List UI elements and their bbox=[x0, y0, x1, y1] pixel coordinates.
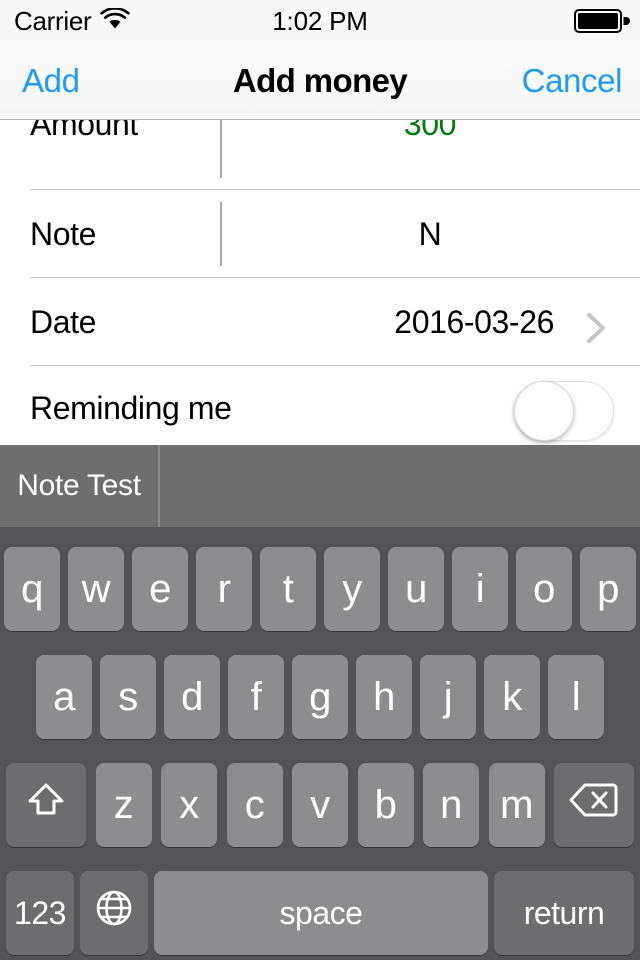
date-label: Date bbox=[30, 304, 96, 340]
date-value: 2016-03-26 bbox=[394, 304, 554, 340]
form-row-note[interactable]: Note N bbox=[0, 190, 640, 278]
key-i[interactable]: i bbox=[452, 547, 508, 631]
form-row-reminding-me[interactable]: Reminding me bbox=[0, 366, 640, 445]
add-money-form: Amount 300 Note N Date 2016-03-26 Remind… bbox=[0, 120, 640, 445]
numbers-key[interactable]: 123 bbox=[6, 871, 74, 955]
amount-label: Amount bbox=[30, 120, 138, 142]
return-key[interactable]: return bbox=[494, 871, 634, 955]
key-s[interactable]: s bbox=[100, 655, 156, 739]
key-k[interactable]: k bbox=[484, 655, 540, 739]
reminding-me-label: Reminding me bbox=[30, 390, 232, 426]
delete-key[interactable] bbox=[554, 763, 634, 847]
key-w[interactable]: w bbox=[68, 547, 124, 631]
note-label: Note bbox=[30, 216, 96, 252]
key-g[interactable]: g bbox=[292, 655, 348, 739]
reminding-me-toggle[interactable] bbox=[514, 381, 614, 441]
globe-key[interactable] bbox=[80, 871, 148, 955]
navigation-bar: Add Add money Cancel bbox=[0, 42, 640, 120]
keyboard-suggestion-bar: Note Test bbox=[0, 445, 640, 527]
shift-key[interactable] bbox=[6, 763, 86, 847]
key-q[interactable]: q bbox=[4, 547, 60, 631]
key-l[interactable]: l bbox=[548, 655, 604, 739]
on-screen-keyboard: q w e r t y u i o p a s d f g h j k l z … bbox=[0, 527, 640, 960]
form-row-amount[interactable]: Amount 300 bbox=[0, 120, 640, 190]
key-d[interactable]: d bbox=[164, 655, 220, 739]
key-c[interactable]: c bbox=[226, 763, 283, 847]
key-m[interactable]: m bbox=[488, 763, 545, 847]
keyboard-row-4: 123 space return bbox=[0, 871, 640, 955]
toggle-knob bbox=[514, 381, 574, 441]
shift-up-arrow-icon bbox=[24, 778, 68, 832]
key-o[interactable]: o bbox=[516, 547, 572, 631]
battery-full-icon bbox=[574, 0, 630, 42]
key-u[interactable]: u bbox=[388, 547, 444, 631]
delete-backspace-icon bbox=[568, 780, 620, 830]
key-p[interactable]: p bbox=[580, 547, 636, 631]
chevron-right-icon bbox=[584, 311, 610, 350]
key-j[interactable]: j bbox=[420, 655, 476, 739]
amount-input[interactable]: 300 bbox=[220, 120, 640, 143]
clock-label: 1:02 PM bbox=[272, 5, 368, 36]
key-n[interactable]: n bbox=[423, 763, 479, 847]
key-z[interactable]: z bbox=[95, 763, 152, 847]
key-a[interactable]: a bbox=[36, 655, 92, 739]
suggestion-item[interactable]: Note Test bbox=[0, 445, 160, 527]
key-e[interactable]: e bbox=[132, 547, 188, 631]
note-input[interactable]: N bbox=[220, 216, 640, 253]
key-r[interactable]: r bbox=[196, 547, 252, 631]
keyboard-row-1: q w e r t y u i o p bbox=[0, 547, 640, 631]
key-x[interactable]: x bbox=[161, 763, 217, 847]
phone-screen: Carrier 1:02 PM Add Add money Cancel Amo… bbox=[0, 0, 640, 960]
key-v[interactable]: v bbox=[292, 763, 348, 847]
suggestion-empty-area bbox=[160, 445, 640, 527]
key-h[interactable]: h bbox=[356, 655, 412, 739]
status-bar-center: 1:02 PM bbox=[0, 0, 640, 42]
space-key[interactable]: space bbox=[154, 871, 488, 955]
key-t[interactable]: t bbox=[260, 547, 316, 631]
keyboard-row-2: a s d f g h j k l bbox=[0, 655, 640, 739]
status-bar: Carrier 1:02 PM bbox=[0, 0, 640, 42]
form-row-date[interactable]: Date 2016-03-26 bbox=[0, 278, 640, 366]
keyboard-row-3: z x c v b n m bbox=[0, 763, 640, 847]
key-y[interactable]: y bbox=[324, 547, 380, 631]
key-b[interactable]: b bbox=[357, 763, 414, 847]
globe-icon bbox=[92, 886, 136, 940]
key-f[interactable]: f bbox=[228, 655, 284, 739]
cancel-button[interactable]: Cancel bbox=[522, 62, 623, 100]
